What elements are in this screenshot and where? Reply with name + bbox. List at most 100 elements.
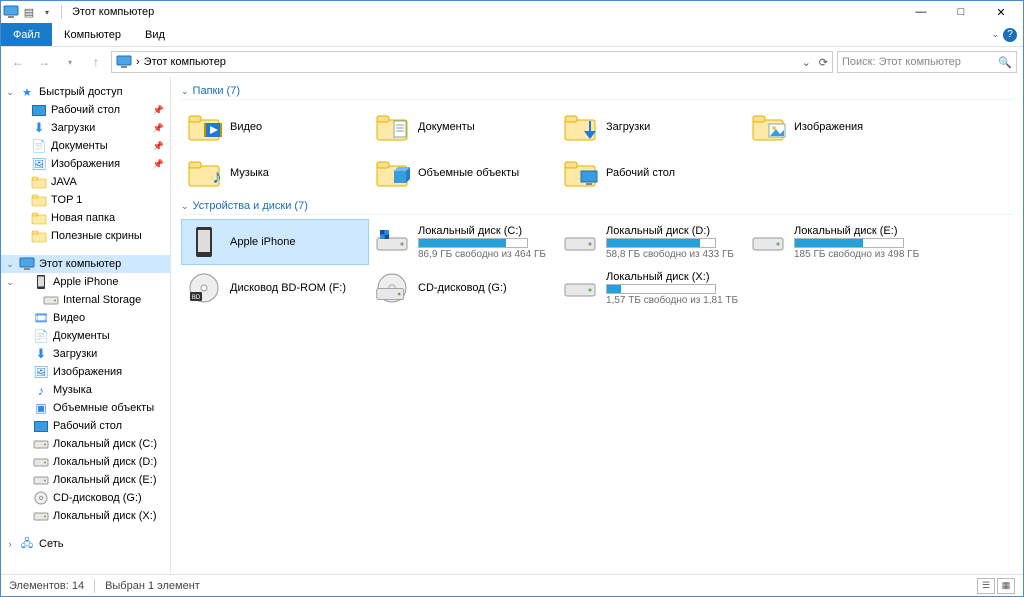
- device-tile[interactable]: Локальный диск (E:) 185 ГБ свободно из 4…: [746, 220, 932, 264]
- tree-quick-item[interactable]: TOP 1: [1, 191, 170, 209]
- 3d-icon: ▣: [33, 400, 49, 416]
- tree-pc-item[interactable]: ⬇Загрузки: [1, 345, 170, 363]
- navigation-tree[interactable]: ⌄★Быстрый доступРабочий стол📌⬇Загрузки📌📄…: [1, 77, 171, 574]
- tree-label: Рабочий стол: [51, 104, 120, 116]
- tab-file[interactable]: Файл: [1, 23, 52, 46]
- breadcrumb-location[interactable]: Этот компьютер: [144, 56, 226, 68]
- tree-quick-item[interactable]: Рабочий стол 📌: [1, 101, 170, 119]
- desktop-icon: [31, 102, 47, 118]
- device-tile[interactable]: CD-дисковод (G:): [370, 266, 556, 310]
- tree-quick-item[interactable]: JAVA: [1, 173, 170, 191]
- tile-subtext: 185 ГБ свободно из 498 ГБ: [794, 249, 928, 260]
- tile-name: Локальный диск (E:): [794, 225, 928, 237]
- folder-tile[interactable]: Загрузки: [558, 105, 744, 149]
- address-bar[interactable]: › Этот компьютер ⌄ ⟳: [111, 51, 833, 73]
- tree-label: Рабочий стол: [53, 420, 122, 432]
- tree-pc-item[interactable]: CD-дисковод (G:): [1, 489, 170, 507]
- folder-tile[interactable]: Изображения: [746, 105, 932, 149]
- folder-icon: [31, 210, 47, 226]
- tree-pc-item[interactable]: Локальный диск (E:): [1, 471, 170, 489]
- tree-pc-item[interactable]: 🎞Видео: [1, 309, 170, 327]
- refresh-icon[interactable]: ⟳: [819, 56, 828, 69]
- tree-pc-item[interactable]: ♪Музыка: [1, 381, 170, 399]
- tab-view[interactable]: Вид: [133, 23, 177, 46]
- view-details-icon[interactable]: ☰: [977, 578, 995, 594]
- drive-icon: [43, 292, 59, 308]
- qat-dropdown-icon[interactable]: ▾: [39, 4, 55, 20]
- maximize-button[interactable]: □: [941, 1, 981, 23]
- tree-label: Изображения: [53, 366, 122, 378]
- tab-computer[interactable]: Компьютер: [52, 23, 133, 46]
- status-selected: Выбран 1 элемент: [105, 580, 200, 592]
- tree-label: Быстрый доступ: [39, 86, 123, 98]
- folder-tile[interactable]: Документы: [370, 105, 556, 149]
- device-tile[interactable]: Локальный диск (D:) 58,8 ГБ свободно из …: [558, 220, 744, 264]
- help-icon[interactable]: ?: [1003, 28, 1017, 42]
- network-icon: 🖧: [19, 536, 35, 552]
- ribbon-expand-icon[interactable]: ⌄: [991, 29, 999, 40]
- chevron-down-icon: ⌄: [181, 201, 189, 212]
- tree-pc-item[interactable]: 📄Документы: [1, 327, 170, 345]
- address-dropdown-icon[interactable]: ⌄: [802, 56, 811, 69]
- window-title: Этот компьютер: [72, 6, 154, 18]
- tile-subtext: 58,8 ГБ свободно из 433 ГБ: [606, 249, 740, 260]
- tile-name: Локальный диск (C:): [418, 225, 552, 237]
- pin-icon: 📌: [153, 159, 164, 170]
- qat-properties-icon[interactable]: ▤: [21, 4, 37, 20]
- tree-label: Локальный диск (C:): [53, 438, 157, 450]
- group-header-devices[interactable]: ⌄ Устройства и диски (7): [181, 200, 1013, 215]
- cd-icon: [33, 490, 49, 506]
- tree-pc-item[interactable]: ⌄Apple iPhone: [1, 273, 170, 291]
- tree-quick-access[interactable]: ⌄★Быстрый доступ: [1, 83, 170, 101]
- back-button[interactable]: ←: [7, 51, 29, 73]
- tree-quick-item[interactable]: 🖼Изображения📌: [1, 155, 170, 173]
- search-placeholder: Поиск: Этот компьютер: [842, 56, 961, 68]
- tile-name: Изображения: [794, 121, 928, 133]
- device-tile[interactable]: Apple iPhone: [182, 220, 368, 264]
- status-count: Элементов: 14: [9, 580, 84, 592]
- navigation-bar: ← → ▾ ↑ › Этот компьютер ⌄ ⟳ Поиск: Этот…: [1, 47, 1023, 77]
- tree-pc-item[interactable]: 🖼Изображения: [1, 363, 170, 381]
- view-tiles-icon[interactable]: ▦: [997, 578, 1015, 594]
- cd-icon: [374, 270, 410, 306]
- tree-this-pc[interactable]: ⌄Этот компьютер: [1, 255, 170, 273]
- device-tile[interactable]: Локальный диск (X:) 1,57 ТБ свободно из …: [558, 266, 744, 310]
- group-header-folders[interactable]: ⌄ Папки (7): [181, 85, 1013, 100]
- folder-tile[interactable]: ♪ Музыка: [182, 151, 368, 195]
- tree-pc-item[interactable]: ▣Объемные объекты: [1, 399, 170, 417]
- tree-network[interactable]: ›🖧Сеть: [1, 535, 170, 553]
- music-folder-icon: ♪: [186, 155, 222, 191]
- tree-pc-item[interactable]: Рабочий стол: [1, 417, 170, 435]
- osdrive-icon: [374, 224, 410, 260]
- tree-pc-item[interactable]: Локальный диск (D:): [1, 453, 170, 471]
- tree-label: Сеть: [39, 538, 63, 550]
- pictures-folder-icon: [750, 109, 786, 145]
- tree-quick-item[interactable]: 📄Документы📌: [1, 137, 170, 155]
- folder-tile[interactable]: Видео: [182, 105, 368, 149]
- forward-button[interactable]: →: [33, 51, 55, 73]
- drive-icon: [33, 436, 49, 452]
- tree-quick-item[interactable]: Новая папка: [1, 209, 170, 227]
- pin-icon: 📌: [153, 105, 164, 116]
- up-button[interactable]: ↑: [85, 51, 107, 73]
- minimize-button[interactable]: —: [901, 1, 941, 23]
- status-bar: Элементов: 14 Выбран 1 элемент ☰ ▦: [1, 574, 1023, 596]
- title-bar: ▤ ▾ Этот компьютер — □ ✕: [1, 1, 1023, 23]
- device-tile[interactable]: Дисковод BD-ROM (F:): [182, 266, 368, 310]
- folder-tile[interactable]: Объемные объекты: [370, 151, 556, 195]
- folder-tile[interactable]: Рабочий стол: [558, 151, 744, 195]
- drive-icon: [562, 224, 598, 260]
- tree-quick-item[interactable]: ⬇Загрузки📌: [1, 119, 170, 137]
- tree-pc-item[interactable]: Локальный диск (C:): [1, 435, 170, 453]
- tree-pc-item[interactable]: Локальный диск (X:): [1, 507, 170, 525]
- close-button[interactable]: ✕: [981, 1, 1021, 23]
- content-pane[interactable]: ⌄ Папки (7) Видео Документы Загрузки Изо…: [171, 77, 1023, 574]
- tree-quick-item[interactable]: Полезные скрины: [1, 227, 170, 245]
- search-box[interactable]: Поиск: Этот компьютер 🔍: [837, 51, 1017, 73]
- recent-dropdown-icon[interactable]: ▾: [59, 51, 81, 73]
- tile-name: CD-дисковод (G:): [418, 282, 552, 294]
- pc-icon: [19, 256, 35, 272]
- tree-pc-subitem[interactable]: Internal Storage: [1, 291, 170, 309]
- device-tile[interactable]: Локальный диск (C:) 86,9 ГБ свободно из …: [370, 220, 556, 264]
- tile-name: Музыка: [230, 167, 364, 179]
